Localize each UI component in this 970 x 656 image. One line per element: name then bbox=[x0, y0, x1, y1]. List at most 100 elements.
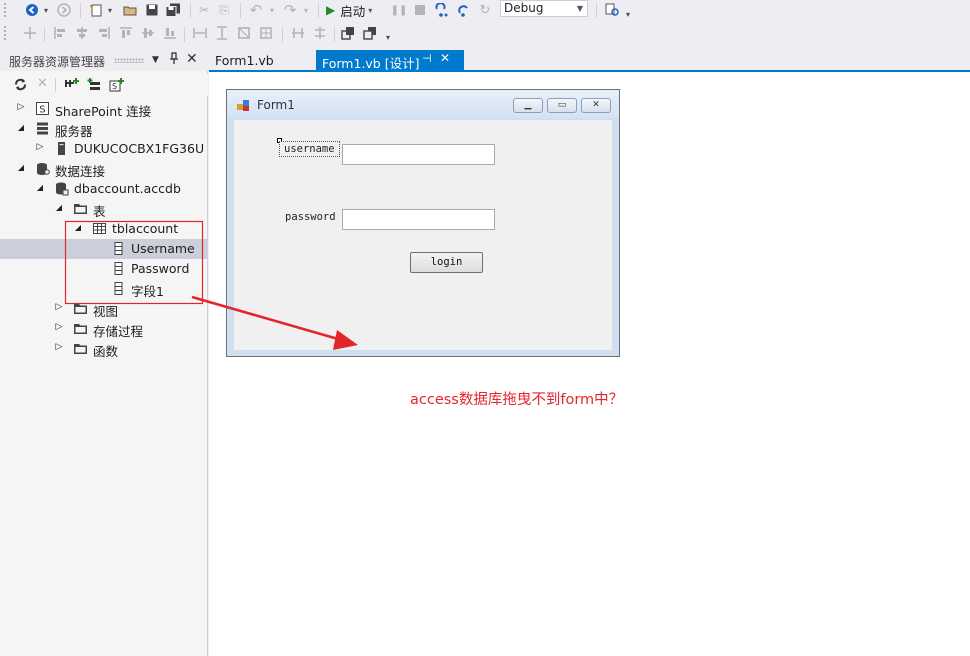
minimize-button[interactable]: ▁ bbox=[513, 98, 543, 113]
align-rights-icon[interactable] bbox=[96, 23, 112, 43]
step-over-icon[interactable] bbox=[455, 0, 471, 20]
align-bottoms-icon[interactable] bbox=[162, 23, 178, 43]
copy-icon[interactable]: ⎘ bbox=[216, 0, 232, 20]
toolbar-grip[interactable] bbox=[3, 25, 7, 41]
login-button[interactable]: login bbox=[410, 252, 483, 273]
tree-node-label: 视图 bbox=[93, 304, 119, 319]
tree-node[interactable]: ◢ 服务器 bbox=[0, 119, 207, 139]
open-file-icon[interactable] bbox=[122, 0, 138, 20]
expand-arrow-icon[interactable]: ▷ bbox=[54, 302, 64, 312]
column-icon bbox=[111, 241, 126, 256]
tab-form1-code[interactable]: Form1.vb bbox=[209, 50, 311, 70]
toolbar-overflow-icon[interactable]: ▾ bbox=[384, 27, 392, 47]
make-same-size-icon[interactable] bbox=[236, 23, 252, 43]
maximize-button[interactable]: ▭ bbox=[547, 98, 577, 113]
stop-icon[interactable] bbox=[413, 0, 427, 20]
collapse-arrow-icon[interactable]: ◢ bbox=[16, 123, 26, 132]
servers-icon bbox=[35, 121, 50, 136]
bring-to-front-icon[interactable] bbox=[340, 23, 356, 43]
password-textbox[interactable] bbox=[342, 209, 495, 230]
collapse-arrow-icon[interactable]: ◢ bbox=[35, 183, 45, 192]
start-debug-button[interactable]: ▶ 启动 ▾ bbox=[326, 0, 388, 20]
refresh-icon[interactable] bbox=[13, 77, 28, 95]
svg-text:S: S bbox=[39, 105, 45, 116]
tree-node[interactable]: ◢ 数据连接 bbox=[0, 159, 207, 179]
tree-node[interactable]: ▷ S SharePoint 连接 bbox=[0, 99, 207, 119]
panel-grip[interactable] bbox=[114, 58, 144, 63]
tree-node[interactable]: ◢ tblaccount bbox=[0, 219, 207, 239]
connect-to-sharepoint-icon[interactable]: S bbox=[108, 77, 125, 95]
annotation-text: access数据库拖曳不到form中？ bbox=[410, 392, 624, 408]
find-in-files-icon[interactable] bbox=[604, 0, 620, 20]
toolbar-separator bbox=[190, 3, 191, 18]
undo-icon[interactable]: ↶ bbox=[248, 0, 264, 20]
connect-to-database-icon[interactable] bbox=[64, 77, 81, 95]
step-into-icon[interactable] bbox=[433, 0, 449, 20]
tree-node[interactable]: ◢ 表 bbox=[0, 199, 207, 219]
pin-icon[interactable] bbox=[169, 52, 179, 68]
chevron-down-icon[interactable]: ▾ bbox=[302, 0, 310, 20]
align-tops-icon[interactable] bbox=[118, 23, 134, 43]
make-same-width-icon[interactable] bbox=[192, 23, 208, 43]
collapse-arrow-icon[interactable]: ◢ bbox=[73, 223, 83, 232]
form1-client-area[interactable]: username password login bbox=[234, 120, 612, 350]
align-middles-icon[interactable] bbox=[140, 23, 156, 43]
password-label[interactable]: password bbox=[285, 211, 336, 223]
tree-node-label: tblaccount bbox=[112, 221, 179, 236]
tab-pin-icon[interactable]: ⊣ bbox=[422, 52, 432, 65]
play-icon: ▶ bbox=[326, 3, 336, 17]
window-position-dropdown-icon[interactable]: ▼ bbox=[152, 55, 159, 65]
align-to-grid-icon[interactable] bbox=[22, 23, 38, 43]
step-out-icon[interactable]: ↻ bbox=[477, 0, 493, 20]
make-same-height-icon[interactable] bbox=[214, 23, 230, 43]
chevron-down-icon[interactable]: ▾ bbox=[106, 0, 114, 20]
tree-node[interactable]: Username bbox=[0, 239, 207, 259]
tree-node[interactable]: ▷ 存储过程 bbox=[0, 319, 207, 339]
form-designer-surface[interactable]: Form1 ▁ ▭ ✕ username password login acce… bbox=[209, 72, 970, 656]
expand-arrow-icon[interactable]: ▷ bbox=[54, 322, 64, 332]
chevron-down-icon[interactable]: ▾ bbox=[42, 0, 50, 20]
tree-node[interactable]: ▷ 视图 bbox=[0, 299, 207, 319]
username-label[interactable]: username bbox=[279, 141, 340, 157]
new-project-icon[interactable] bbox=[88, 0, 104, 20]
align-lefts-icon[interactable] bbox=[52, 23, 68, 43]
pause-icon[interactable]: ❚❚ bbox=[391, 0, 408, 20]
close-icon[interactable]: ✕ bbox=[186, 51, 198, 67]
navigate-forward-icon[interactable] bbox=[56, 0, 72, 20]
collapse-arrow-icon[interactable]: ◢ bbox=[54, 203, 64, 212]
tree-node[interactable]: 字段1 bbox=[0, 279, 207, 299]
tab-form1-design[interactable]: Form1.vb [设计] ⊣ ✕ bbox=[316, 50, 464, 71]
stop-refresh-icon[interactable]: ✕ bbox=[37, 76, 48, 91]
save-icon[interactable] bbox=[144, 0, 160, 20]
align-centers-icon[interactable] bbox=[74, 23, 90, 43]
toolbar-grip[interactable] bbox=[3, 2, 7, 18]
form1-window[interactable]: Form1 ▁ ▭ ✕ username password login bbox=[226, 89, 620, 357]
vertical-spacing-icon[interactable] bbox=[312, 23, 328, 43]
form1-titlebar[interactable]: Form1 ▁ ▭ ✕ bbox=[227, 90, 619, 118]
size-to-grid-icon[interactable] bbox=[258, 23, 274, 43]
close-button[interactable]: ✕ bbox=[581, 98, 611, 113]
horizontal-spacing-icon[interactable] bbox=[290, 23, 306, 43]
tree-node[interactable]: ▷ 函数 bbox=[0, 339, 207, 359]
redo-icon[interactable]: ↷ bbox=[282, 0, 298, 20]
solution-configuration-select[interactable]: Debug ▼ bbox=[500, 0, 588, 17]
tree-node[interactable]: ◢ dbaccount.accdb bbox=[0, 179, 207, 199]
collapse-arrow-icon[interactable]: ◢ bbox=[16, 163, 26, 172]
save-all-icon[interactable] bbox=[164, 0, 182, 20]
start-label: 启动 bbox=[340, 3, 366, 19]
expand-arrow-icon[interactable]: ▷ bbox=[16, 102, 26, 112]
cut-icon[interactable]: ✂ bbox=[196, 0, 212, 20]
tree-node[interactable]: ▷ DUKUCOCBX1FG36U bbox=[0, 139, 207, 159]
chevron-down-icon[interactable]: ▾ bbox=[268, 0, 276, 20]
navigate-back-icon[interactable] bbox=[24, 0, 40, 20]
close-icon: ✕ bbox=[592, 100, 600, 110]
username-textbox[interactable] bbox=[342, 144, 495, 165]
toolbar-overflow-icon[interactable]: ▾ bbox=[624, 4, 632, 24]
tree-node-label: 存储过程 bbox=[93, 324, 144, 339]
tree-node[interactable]: Password bbox=[0, 259, 207, 279]
send-to-back-icon[interactable] bbox=[362, 23, 378, 43]
tab-close-icon[interactable]: ✕ bbox=[440, 51, 450, 65]
expand-arrow-icon[interactable]: ▷ bbox=[35, 142, 45, 152]
connect-to-server-icon[interactable] bbox=[86, 77, 103, 95]
expand-arrow-icon[interactable]: ▷ bbox=[54, 342, 64, 352]
